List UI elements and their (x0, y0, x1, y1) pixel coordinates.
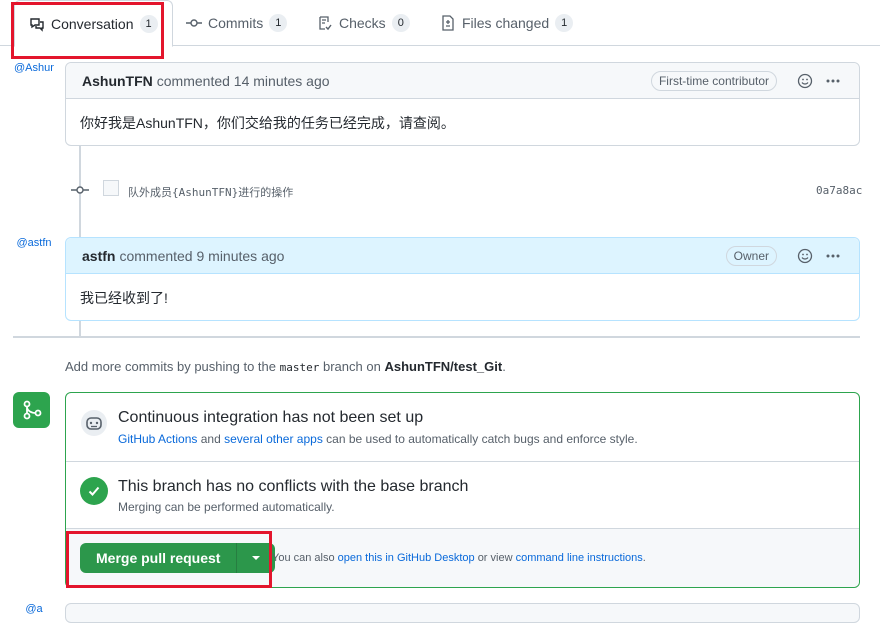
comment-body: 你好我是AshunTFN，你们交给我的任务已经完成，请查阅。 (80, 115, 455, 131)
commit-message[interactable]: 队外成员{AshunTFN}进行的操作 (128, 184, 293, 200)
tab-label: Checks (339, 15, 386, 31)
avatar[interactable]: @AshunTFN (14, 62, 54, 102)
tab-count: 1 (555, 14, 574, 32)
hint-prefix: You can also (272, 552, 335, 564)
tab-conversation[interactable]: Conversation 1 (14, 0, 173, 47)
tab-files-changed[interactable]: Files changed 1 (426, 0, 587, 46)
owner-badge: Owner (725, 245, 777, 266)
kebab-horizontal-icon[interactable] (823, 246, 843, 266)
smiley-icon[interactable] (795, 246, 815, 266)
branch-name: master (279, 361, 320, 374)
tab-count: 1 (139, 14, 158, 33)
contributor-badge: First-time contributor (650, 70, 777, 91)
push-info: Add more commits by pushing to the maste… (65, 359, 506, 374)
timeline-divider (13, 336, 860, 338)
comment-discussion-icon (30, 17, 44, 32)
checklist-icon (319, 16, 332, 31)
avatar-alt-text: @a (25, 603, 43, 615)
merge-box: Continuous integration has not been set … (65, 392, 860, 588)
git-commit-icon (71, 182, 89, 201)
commit-author-avatar[interactable] (103, 180, 119, 196)
git-commit-icon (186, 19, 202, 27)
kebab-horizontal-icon[interactable] (823, 71, 843, 91)
file-diff-icon (442, 15, 454, 31)
merge-hint: You can also open this in GitHub Desktop… (272, 552, 646, 564)
avatar-alt-text: @astfn (16, 237, 52, 249)
hint-suffix: . (642, 552, 646, 564)
smiley-icon[interactable] (795, 71, 815, 91)
push-info-prefix: Add more commits by pushing to the (65, 359, 276, 374)
tab-bar: Conversation 1 Commits 1 Checks 0 Files … (0, 0, 880, 47)
ci-rest: can be used to automatically catch bugs … (326, 432, 638, 446)
new-comment-box[interactable] (65, 603, 860, 623)
commit-sha[interactable]: 0a7a8ac (816, 184, 862, 197)
tab-commits[interactable]: Commits 1 (172, 0, 301, 46)
merge-action-section: Merge pull request You can also open thi… (66, 529, 859, 587)
repo-name[interactable]: AshunTFN/test_Git (384, 359, 502, 374)
triangle-down-icon (252, 556, 261, 560)
tab-label: Commits (208, 15, 264, 31)
ci-and: and (200, 432, 221, 446)
merge-pull-request-button-group: Merge pull request (80, 543, 276, 573)
comment-meta[interactable]: commented 9 minutes ago (119, 248, 284, 264)
push-info-suffix: . (502, 359, 506, 374)
avatar[interactable]: @a (14, 603, 54, 616)
open-desktop-link[interactable]: open this in GitHub Desktop (338, 552, 475, 564)
ci-title: Continuous integration has not been set … (118, 409, 424, 426)
merge-pull-request-button[interactable]: Merge pull request (80, 543, 238, 573)
conflict-section: This branch has no conflicts with the ba… (66, 462, 859, 529)
comment-card: astfn commented 9 minutes ago Owner 我已经收… (65, 237, 860, 321)
tab-label: Files changed (462, 15, 550, 31)
push-info-middle: branch on (323, 359, 381, 374)
comment-meta[interactable]: commented 14 minutes ago (157, 73, 330, 89)
merge-options-button[interactable] (237, 543, 276, 573)
timeline-line (79, 320, 81, 336)
comment-body: 我已经收到了! (80, 290, 168, 306)
other-apps-link[interactable]: several other apps (224, 432, 323, 446)
comment-author[interactable]: astfn (82, 248, 115, 264)
robot-icon (80, 409, 108, 440)
github-actions-link[interactable]: GitHub Actions (118, 432, 197, 446)
ci-section: Continuous integration has not been set … (66, 393, 859, 462)
tab-count: 1 (269, 14, 288, 32)
conflict-title: This branch has no conflicts with the ba… (118, 478, 469, 495)
git-merge-icon (13, 392, 50, 428)
avatar[interactable]: @astfn (14, 237, 54, 277)
comment-header: astfn commented 9 minutes ago Owner (66, 238, 859, 274)
tab-label: Conversation (51, 15, 134, 32)
conflict-subtitle: Merging can be performed automatically. (118, 500, 335, 514)
tab-checks[interactable]: Checks 0 (303, 0, 424, 46)
ci-description: GitHub Actions and several other apps ca… (118, 432, 638, 446)
comment-card: AshunTFN commented 14 minutes ago First-… (65, 62, 860, 146)
hint-mid: or view (477, 552, 513, 564)
comment-header: AshunTFN commented 14 minutes ago First-… (66, 63, 859, 99)
comment-author[interactable]: AshunTFN (82, 73, 153, 89)
command-line-link[interactable]: command line instructions (516, 552, 643, 564)
tab-count: 0 (391, 14, 410, 32)
check-circle-icon (80, 477, 108, 505)
avatar-alt-text: @AshunTFN (14, 62, 54, 74)
